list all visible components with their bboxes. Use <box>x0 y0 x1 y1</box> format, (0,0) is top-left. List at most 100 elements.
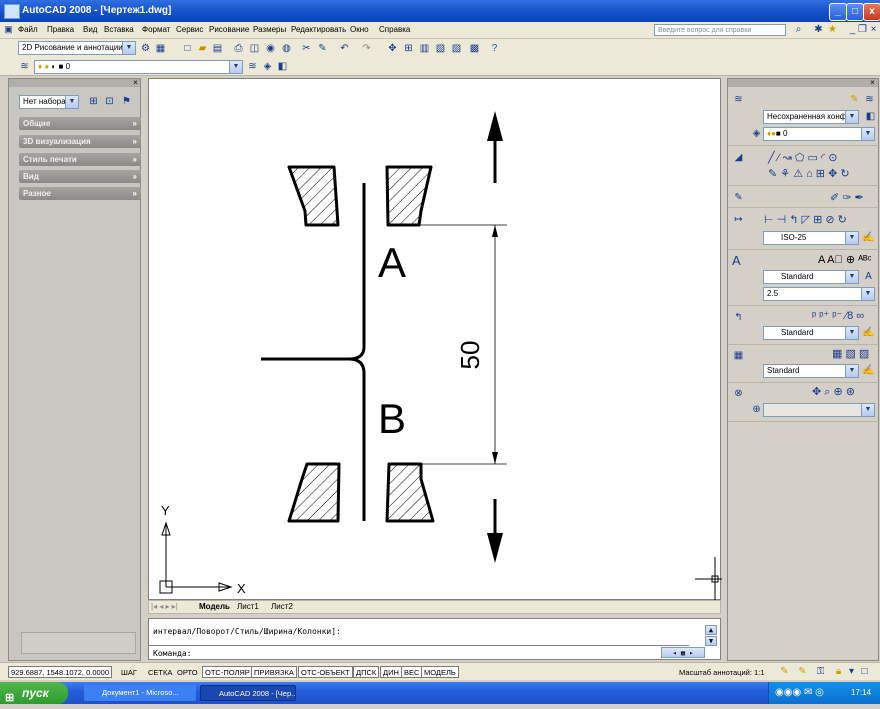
text-tools-icon[interactable]: A A⃞ ⊕ ᴬᴮᶜ <box>818 253 872 266</box>
select-objects-icon[interactable]: ⊡ <box>103 95 116 108</box>
save-icon[interactable]: ▤ <box>211 42 224 55</box>
section-misc[interactable]: Разное » <box>19 187 141 200</box>
multileader-tools-icon[interactable]: ᵖ ᵖ⁺ ᵖ⁻ ⁄8 ∞ <box>812 309 864 322</box>
section-view[interactable]: Вид » <box>19 170 141 183</box>
layer-previous-icon[interactable]: ◈ <box>750 127 763 140</box>
help-search-input[interactable]: Введите вопрос для справки <box>654 24 786 36</box>
draw-tools-icon[interactable]: ╱ ⁄ ↝ ⬠ ▭ ◜ ⊙ <box>768 151 837 164</box>
taskbar-item-word[interactable]: Документ1 - Microso... <box>84 685 196 701</box>
start-button[interactable]: ⊞ пуск <box>0 682 68 704</box>
layer-manager-icon[interactable]: ≋ <box>863 93 876 106</box>
open-folder-icon[interactable]: ▰ <box>196 42 209 55</box>
plot-icon[interactable]: ◍ <box>280 42 293 55</box>
text-panel-icon[interactable]: A <box>732 253 741 268</box>
scroll-up-icon[interactable]: ▲ <box>705 625 717 635</box>
layer-config-combo[interactable]: Несохраненная конфи ▼ <box>763 110 859 124</box>
chevron-down-icon[interactable]: ▼ <box>845 232 858 244</box>
draw-tools-row2-icon[interactable]: ✎ ⚘ ⚠ ⌂ ⊞ ✥ ↻ <box>768 167 850 180</box>
selection-set-combo[interactable]: Нет набора ▼ <box>19 95 79 109</box>
tab-model[interactable]: Модель <box>199 602 230 611</box>
snap-mode-button[interactable]: ШАГ <box>118 666 140 678</box>
chevron-down-icon[interactable]: ▼ <box>861 404 874 416</box>
close-icon[interactable]: × <box>129 76 142 89</box>
modify-tools-icon[interactable]: ✐ ✑ ✒ <box>830 191 864 204</box>
chevron-down-icon[interactable]: ▼ <box>65 96 78 108</box>
section-general[interactable]: Общие » <box>19 117 141 130</box>
layer-states-icon[interactable]: ◧ <box>276 60 289 73</box>
redo-icon[interactable]: ↷ <box>360 42 373 55</box>
dynamic-ucs-button[interactable]: ДПСК <box>353 666 380 678</box>
mleader-style-combo[interactable]: Standard ▼ <box>763 326 859 340</box>
help-icon[interactable]: ? <box>488 42 501 55</box>
layer-tools-icon[interactable]: ✎ <box>848 93 861 106</box>
table-style-manager-icon[interactable]: ✍ <box>862 364 875 377</box>
maximize-button[interactable]: □ <box>846 3 864 21</box>
lineweight-button[interactable]: ВЕС <box>401 666 423 678</box>
chevron-down-icon[interactable]: ▼ <box>861 288 874 300</box>
annotation-scale[interactable]: Масштаб аннотаций: 1:1 <box>676 666 767 678</box>
autocad-app-icon[interactable] <box>4 4 20 19</box>
text-style-manager-icon[interactable]: A <box>862 270 875 283</box>
chevron-down-icon[interactable]: ▼ <box>229 61 242 73</box>
layer-states-icon[interactable]: ◧ <box>864 110 877 123</box>
drawing-canvas[interactable]: 50 A B Y X <box>148 78 722 601</box>
dim-style-combo[interactable]: ISO-25 ▼ <box>763 231 859 245</box>
doc-close-icon[interactable]: × <box>867 23 880 36</box>
menu-edit[interactable]: Правка <box>47 25 74 34</box>
clean-screen-icon[interactable]: □ <box>858 665 871 678</box>
panel-grip[interactable] <box>728 79 878 87</box>
panel-grip[interactable] <box>9 79 140 87</box>
properties-icon[interactable]: ▥ <box>418 42 431 55</box>
design-center-icon[interactable]: ▧ <box>434 42 447 55</box>
tool-palettes-icon[interactable]: ▨ <box>450 42 463 55</box>
workspace-settings-icon[interactable]: ⚙ <box>139 42 152 55</box>
menu-insert[interactable]: Вставка <box>104 25 134 34</box>
coordinates-display[interactable]: 929.6887, 1548.1072, 0.0000 <box>8 666 113 678</box>
quick-select-icon[interactable]: ⊞ <box>87 95 100 108</box>
lock-icon[interactable]: 🔒︎ <box>832 665 845 678</box>
named-views-combo[interactable]: ▼ <box>763 403 875 417</box>
tray-icons[interactable]: ◉◉◉ ✉ ◎ <box>775 682 824 704</box>
ortho-mode-button[interactable]: ОРТО <box>174 666 201 678</box>
tab-nav-icon[interactable]: |◂ ◂ ▸ ▸| <box>151 602 178 611</box>
named-views-icon[interactable]: ⊕ <box>750 403 763 416</box>
menu-dimension[interactable]: Размеры <box>253 25 286 34</box>
cut-icon[interactable]: ✂ <box>300 42 313 55</box>
chevron-down-icon[interactable]: ▼ <box>845 111 858 123</box>
print-icon[interactable]: ⎙ <box>232 42 245 55</box>
menu-file[interactable]: Файл <box>18 25 38 34</box>
layer-manager-icon[interactable]: ≋ <box>18 60 31 73</box>
undo-icon[interactable]: ↶ <box>338 42 351 55</box>
polar-tracking-button[interactable]: ОТС-ПОЛЯР <box>202 666 253 678</box>
menu-help[interactable]: Справка <box>379 25 410 34</box>
right-layer-combo[interactable]: ♦●■ 0 ▼ <box>763 127 875 141</box>
navigate-panel-icon[interactable]: ⊗ <box>732 387 745 400</box>
menu-window[interactable]: Окно <box>350 25 369 34</box>
toolbar-lock-icon[interactable]: ⚿ <box>814 665 827 678</box>
draw-panel-icon[interactable]: ◢ <box>732 151 745 164</box>
pan-icon[interactable]: ✥ <box>386 42 399 55</box>
favorites-star-icon[interactable]: ★ <box>826 23 839 36</box>
search-icon[interactable]: ⌕ <box>792 23 805 36</box>
communication-center-icon[interactable]: ✱ <box>812 23 825 36</box>
object-snap-button[interactable]: ПРИВЯЗКА <box>251 666 297 678</box>
object-snap-tracking-button[interactable]: ОТС-ОБЪЕКТ <box>298 666 353 678</box>
tab-layout2[interactable]: Лист2 <box>271 602 293 611</box>
auto-scale-icon[interactable]: ✎ <box>796 665 809 678</box>
make-current-layer-icon[interactable]: ≋ <box>246 60 259 73</box>
tab-layout1[interactable]: Лист1 <box>237 602 259 611</box>
taskbar-item-autocad[interactable]: AutoCAD 2008 - [Чер... <box>200 685 296 701</box>
menu-tools[interactable]: Сервис <box>176 25 203 34</box>
modify-panel-icon[interactable]: ✎ <box>732 191 745 204</box>
navigate-tools-icon[interactable]: ✥ ⌕ ⊕ ⊛ <box>812 385 855 399</box>
minimize-button[interactable]: _ <box>829 3 847 21</box>
menu-modify[interactable]: Редактировать <box>291 25 346 34</box>
layer-previous-icon[interactable]: ◈ <box>261 60 274 73</box>
menu-draw[interactable]: Рисование <box>209 25 249 34</box>
dimension-tools-icon[interactable]: ⊢ ⊣ ↰ ◸ ⊞ ⊘ ↻ <box>764 213 847 226</box>
dim-style-manager-icon[interactable]: ✍ <box>862 231 875 244</box>
layer-combo[interactable]: ♦ ● ◐ ■ 0 ▼ <box>34 60 243 74</box>
annotation-visibility-icon[interactable]: ✎ <box>778 665 791 678</box>
layers-icon[interactable]: ≋ <box>732 93 745 106</box>
model-space-button[interactable]: МОДЕЛЬ <box>421 666 459 678</box>
